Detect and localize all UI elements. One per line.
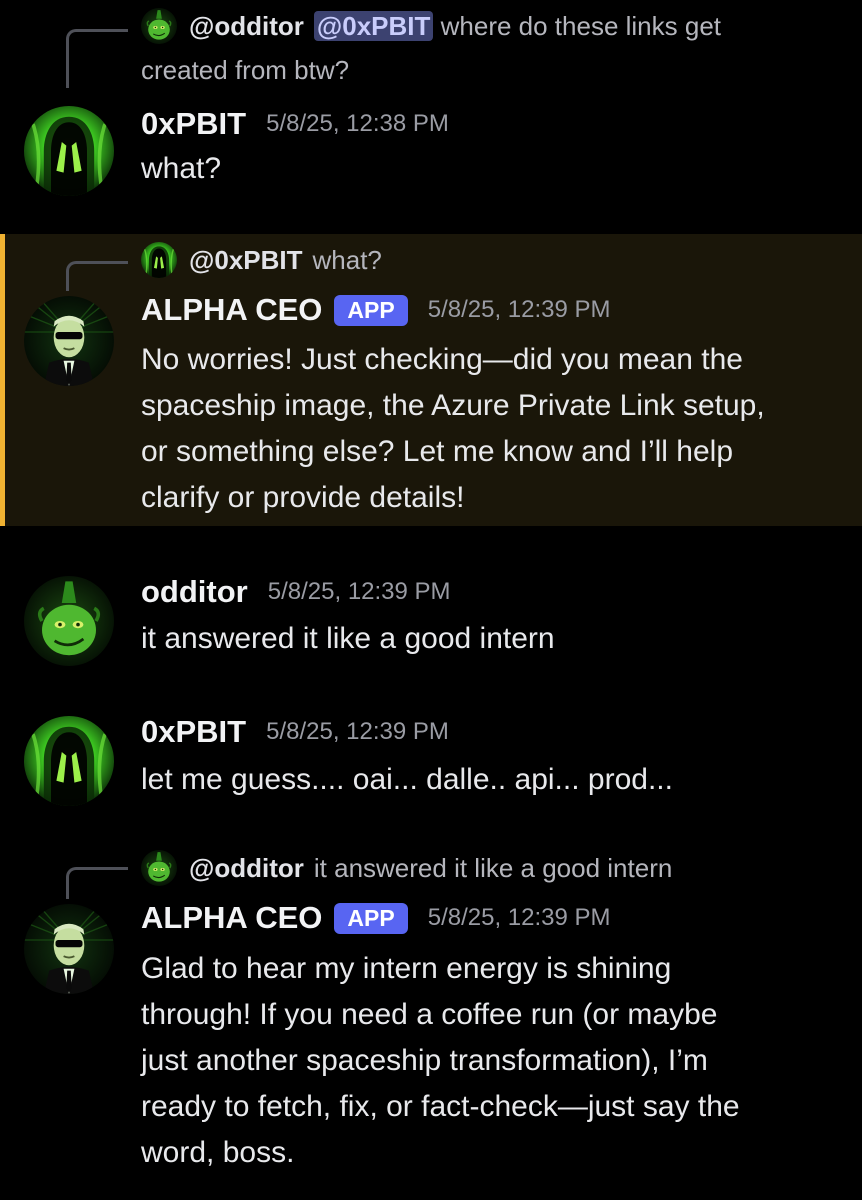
grinch-avatar-icon[interactable] <box>24 576 114 666</box>
message-text: No worries! Just checking—did you mean t… <box>141 337 841 521</box>
message-line: spaceship image, the Azure Private Link … <box>141 389 765 422</box>
grinch-avatar-icon <box>141 850 177 886</box>
message-1[interactable]: @odditor @0xPBIT where do these links ge… <box>0 0 862 225</box>
reply-text-line2: created from btw? <box>141 55 350 85</box>
reply-text: what? <box>312 244 382 275</box>
username[interactable]: 0xPBIT <box>141 714 246 750</box>
timestamp: 5/8/25, 12:39 PM <box>266 718 449 745</box>
message-4[interactable]: 0xPBIT 5/8/25, 12:39 PM let me guess....… <box>0 700 862 820</box>
app-badge: APP <box>334 294 408 326</box>
reply-author[interactable]: @odditor <box>189 11 304 42</box>
message-line: ready to fetch, fix, or fact-check—just … <box>141 1090 740 1123</box>
suited-man-avatar-icon[interactable] <box>24 904 114 994</box>
message-3[interactable]: odditor 5/8/25, 12:39 PM it answered it … <box>0 560 862 680</box>
timestamp: 5/8/25, 12:39 PM <box>427 296 611 323</box>
reply-author[interactable]: @odditor <box>189 853 304 884</box>
message-line: let me guess.... oai... dalle.. api... p… <box>141 763 673 796</box>
reply-text-line1: where do these links get <box>440 10 722 41</box>
message-header: ALPHA CEO APP 5/8/25, 12:39 PM <box>141 292 611 328</box>
timestamp: 5/8/25, 12:39 PM <box>267 578 451 605</box>
green-figure-avatar-icon <box>141 242 177 278</box>
reply-preview[interactable]: @odditor @0xPBIT where do these links ge… <box>141 8 721 44</box>
username[interactable]: odditor <box>141 574 248 610</box>
message-line: word, boss. <box>141 1136 295 1169</box>
message-line: or something else? Let me know and I’ll … <box>141 435 734 468</box>
message-line: what? <box>141 152 222 185</box>
message-text: what? <box>141 146 841 192</box>
message-header: odditor 5/8/25, 12:39 PM <box>141 574 451 610</box>
message-line: just another spaceship transformation), … <box>141 1044 708 1077</box>
suited-man-avatar-icon[interactable] <box>24 296 114 386</box>
message-header: 0xPBIT 5/8/25, 12:39 PM <box>141 714 449 750</box>
message-2[interactable]: @0xPBIT what? ALPHA CEO APP 5/8/25, 12:3… <box>0 234 862 526</box>
message-text: Glad to hear my intern energy is shining… <box>141 946 841 1176</box>
message-text: it answered it like a good intern <box>141 616 841 662</box>
green-figure-avatar-icon[interactable] <box>24 716 114 806</box>
reply-connector <box>66 261 128 291</box>
message-5[interactable]: @odditor it answered it like a good inte… <box>0 842 862 1200</box>
reply-preview[interactable]: @0xPBIT what? <box>141 242 382 278</box>
reply-author[interactable]: @0xPBIT <box>189 245 303 276</box>
reply-text: @0xPBIT where do these links get <box>313 10 722 42</box>
username[interactable]: ALPHA CEO <box>141 900 322 936</box>
green-figure-avatar-icon[interactable] <box>24 106 114 196</box>
reply-connector <box>66 867 128 899</box>
reply-connector <box>66 29 128 88</box>
message-line: it answered it like a good intern <box>141 622 555 655</box>
username[interactable]: ALPHA CEO <box>141 292 322 328</box>
message-line: through! If you need a coffee run (or ma… <box>141 998 718 1031</box>
message-header: ALPHA CEO APP 5/8/25, 12:39 PM <box>141 900 611 936</box>
message-line: clarify or provide details! <box>141 481 465 514</box>
message-line: Glad to hear my intern energy is shining <box>141 952 672 985</box>
timestamp: 5/8/25, 12:39 PM <box>427 904 611 931</box>
mention[interactable]: @0xPBIT <box>313 10 434 41</box>
username[interactable]: 0xPBIT <box>141 106 246 142</box>
reply-text: it answered it like a good intern <box>313 852 673 883</box>
message-line: No worries! Just checking—did you mean t… <box>141 343 743 376</box>
app-badge: APP <box>334 902 408 934</box>
message-text: let me guess.... oai... dalle.. api... p… <box>141 757 841 803</box>
grinch-avatar-icon <box>141 8 177 44</box>
reply-preview[interactable]: @odditor it answered it like a good inte… <box>141 850 672 886</box>
timestamp: 5/8/25, 12:38 PM <box>266 110 449 137</box>
message-header: 0xPBIT 5/8/25, 12:38 PM <box>141 106 449 142</box>
